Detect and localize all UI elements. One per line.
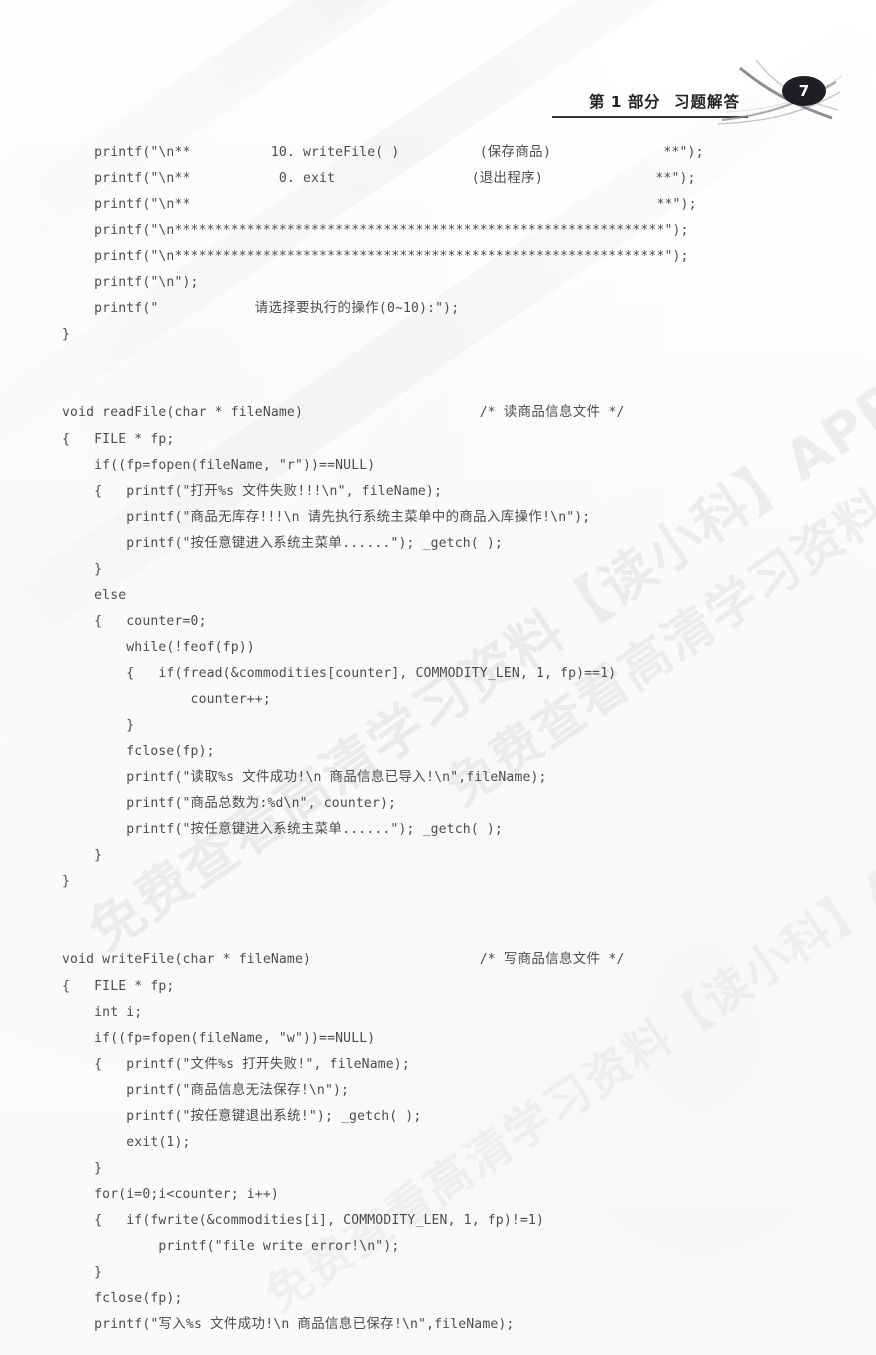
code-line: for(i=0;i<counter; i++) [62,1186,279,1202]
page-header: 第 1 部分 习题解答 7 [60,59,842,125]
code-line: counter++; [62,691,271,707]
code-line: printf("\n"); [62,275,199,291]
code-line: fclose(fp); [62,744,215,760]
code-line: printf("读取%s 文件成功!\n 商品信息已导入!\n",fileNam… [62,770,547,786]
code-line: printf("商品总数为:%d\n", counter); [62,796,397,812]
code-line: { if(fwrite(&commodities[i], COMMODITY_L… [62,1212,544,1228]
code-line: exit(1); [62,1134,191,1150]
page-number-ornament: 7 [716,58,842,136]
code-line: printf(" 请选择要执行的操作(0~10):"); [62,301,460,317]
code-line: } [62,718,135,734]
header-part-label: 第 1 部分 [588,93,660,111]
code-line: printf("\n******************************… [62,249,689,265]
code-line: printf("按任意键退出系统!"); _getch( ); [62,1108,422,1124]
document-page: 免费查看高清学习资料【读小科】APP 免费查看高清学习资料【读小科】APP 免费… [0,0,876,1355]
code-line: printf("file write error!\n"); [62,1238,400,1254]
code-line: void writeFile(char * fileName) /* 写商品信息… [62,952,625,968]
code-line: } [62,1265,103,1281]
code-line: { if(fread(&commodities[counter], COMMOD… [62,665,617,681]
code-line: } [62,1160,103,1176]
code-line: if((fp=fopen(fileName, "r"))==NULL) [62,457,376,473]
code-line: { FILE * fp; [62,431,175,447]
code-line: void readFile(char * fileName) /* 读商品信息文… [62,405,625,421]
ornament-swoosh-icon [717,59,842,125]
code-line: } [62,874,71,890]
code-line: { counter=0; [62,613,207,629]
code-line: else [62,587,127,603]
page-number: 7 [798,82,810,100]
code-line: printf("\n** 0. exit (退出程序) **"); [62,171,696,187]
code-line: while(!feof(fp)) [62,639,255,655]
code-line: printf("\n** **"); [62,197,697,213]
code-line: if((fp=fopen(fileName, "w"))==NULL) [62,1030,376,1046]
code-line: printf("写入%s 文件成功!\n 商品信息已保存!\n",fileNam… [62,1317,515,1333]
code-line: { FILE * fp; [62,978,175,994]
code-line: printf("商品信息无法保存!\n"); [62,1082,350,1098]
code-line: printf("商品无库存!!!\n 请先执行系统主菜单中的商品入库操作!\n"… [62,509,591,525]
code-line: { printf("文件%s 打开失败!", fileName); [62,1056,410,1072]
code-line: printf("\n** 10. writeFile( ) (保存商品) **"… [62,145,704,160]
code-line: } [62,848,103,864]
code-listing: printf("\n** 10. writeFile( ) (保存商品) **"… [62,140,856,1338]
code-line: printf("\n******************************… [62,223,689,239]
code-line: printf("按任意键进入系统主菜单......"); _getch( ); [62,535,503,551]
code-line: fclose(fp); [62,1291,183,1307]
code-line: { printf("打开%s 文件失败!!!\n", fileName); [62,483,443,499]
code-line: printf("按任意键进入系统主菜单......"); _getch( ); [62,822,503,838]
code-line: int i; [62,1004,143,1020]
code-line: } [62,327,71,343]
code-line: } [62,561,103,577]
